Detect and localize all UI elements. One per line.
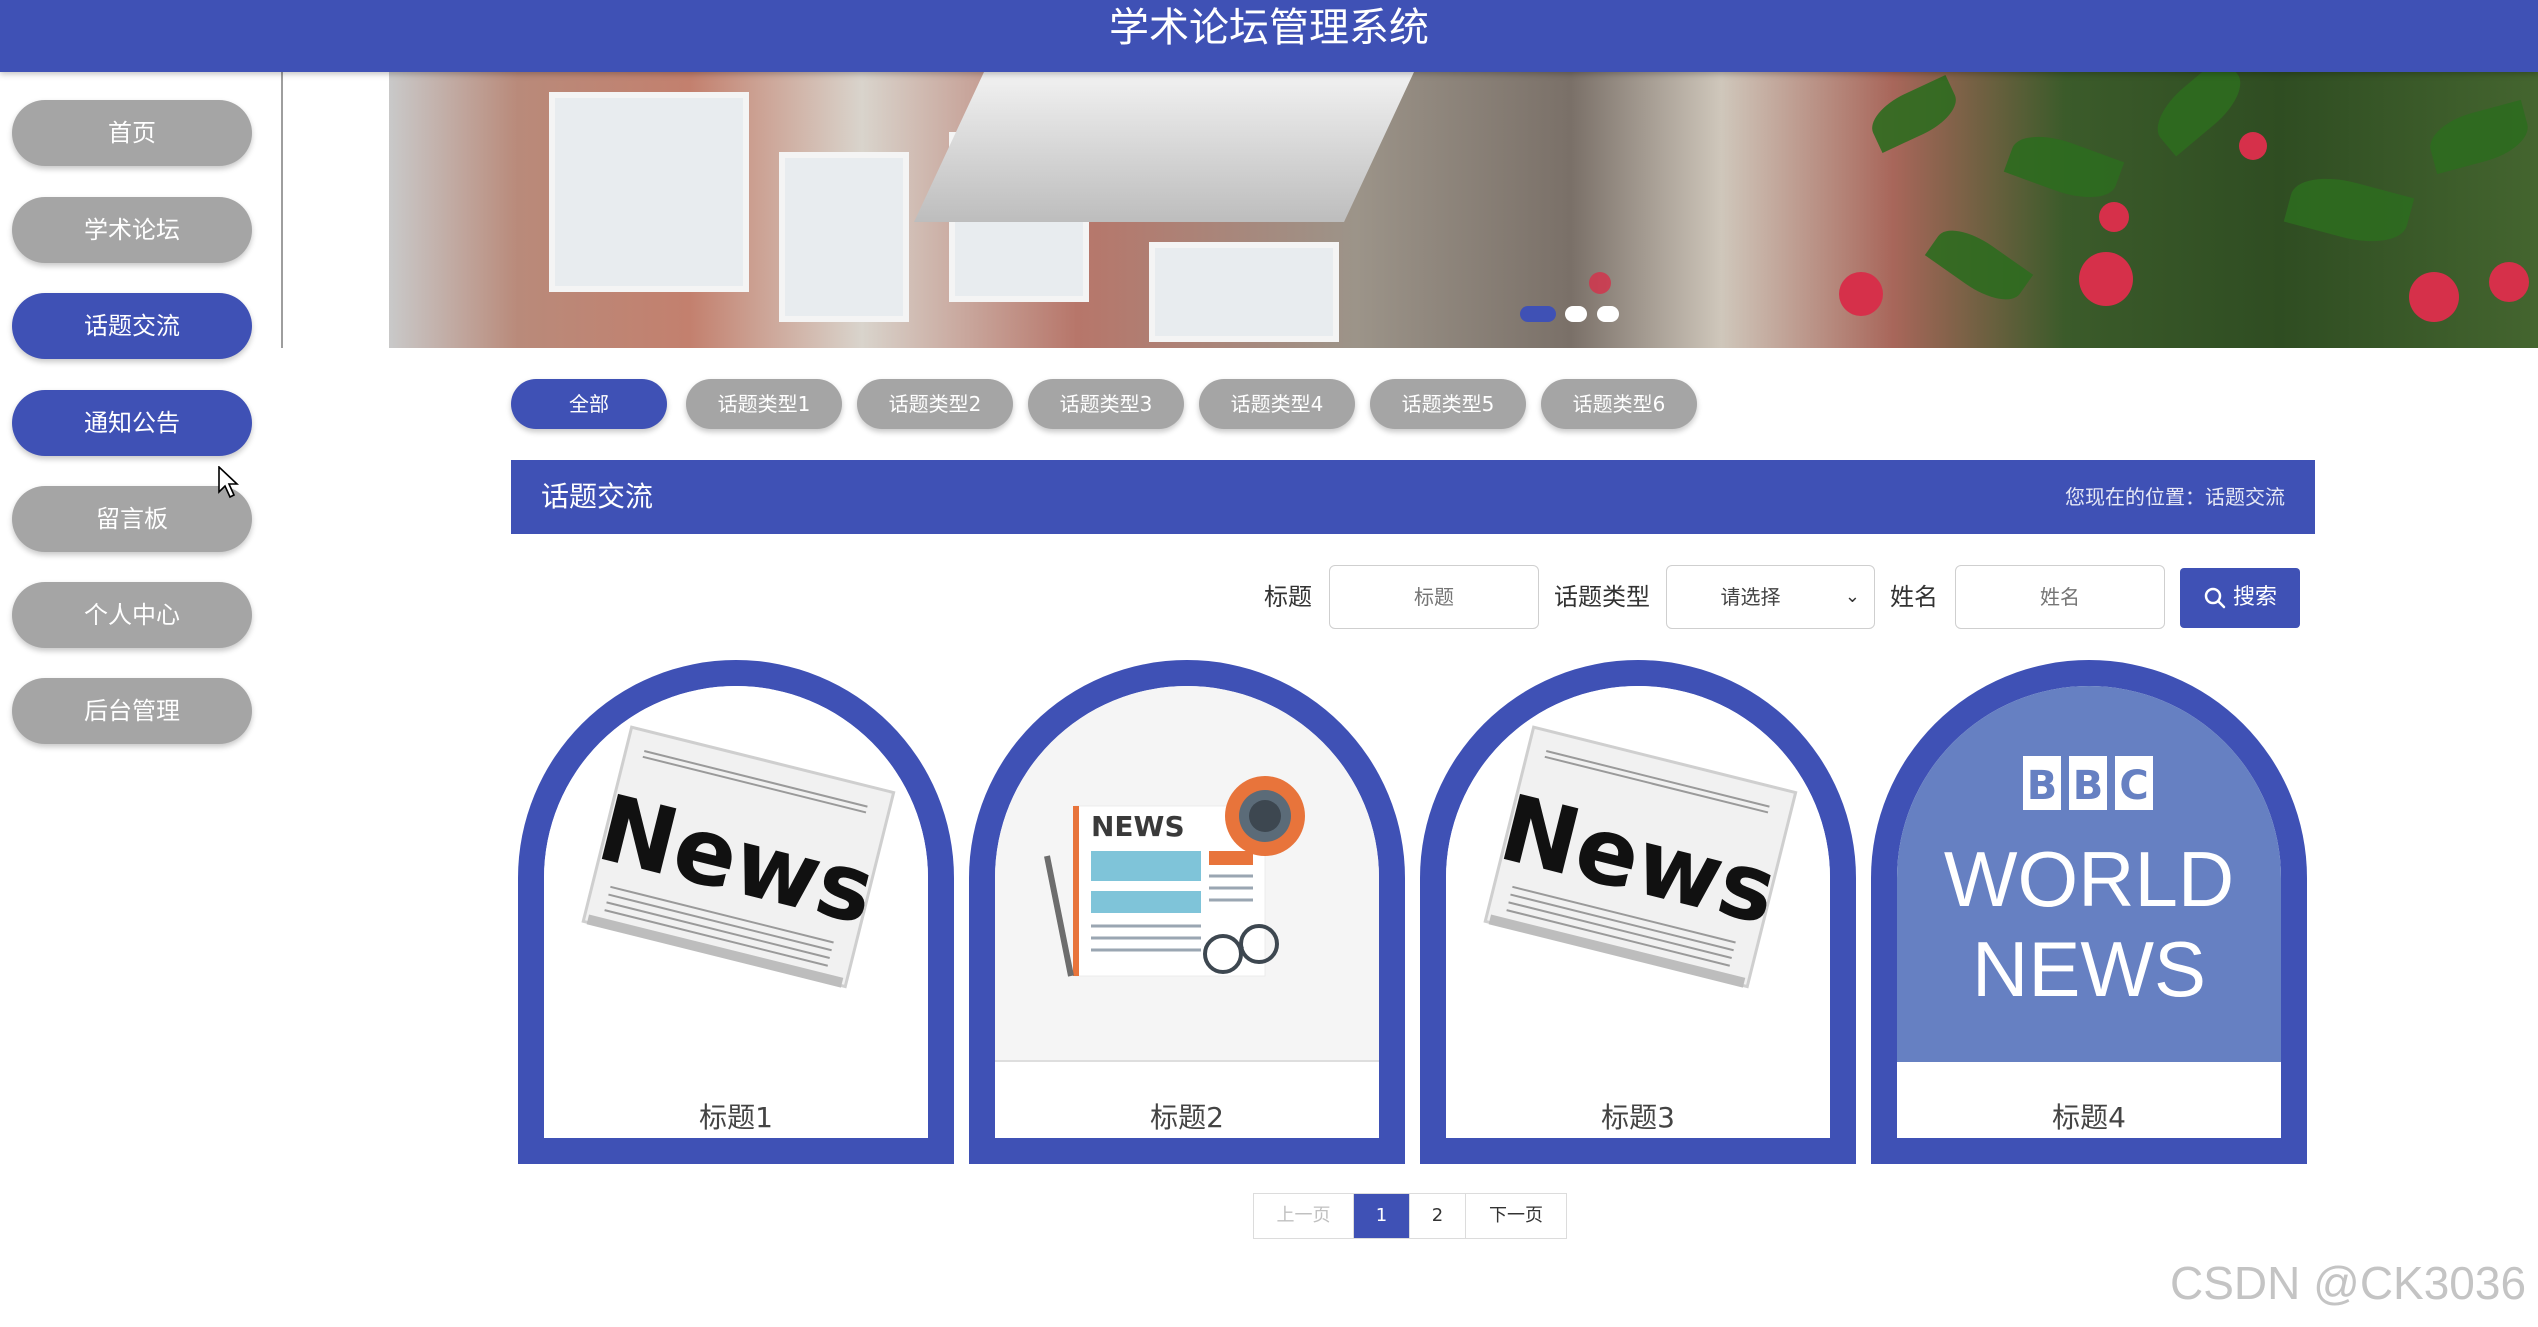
search-button-label: 搜索 xyxy=(2232,585,2277,610)
banner-leaf xyxy=(2283,167,2415,253)
banner-leaf xyxy=(2003,124,2125,210)
section-title: 话题交流 xyxy=(541,480,654,513)
banner-leaf xyxy=(1863,75,1965,153)
topic-card-1[interactable]: News 标题1 xyxy=(518,660,954,1164)
prev-page-button[interactable]: 上一页 xyxy=(1254,1194,1354,1238)
tab-all[interactable]: 全部 xyxy=(511,379,667,429)
name-label: 姓名 xyxy=(1890,583,1938,611)
page-1-button[interactable]: 1 xyxy=(1354,1194,1410,1238)
nav-announcements[interactable]: 通知公告 xyxy=(12,390,252,456)
tab-topic-type-1[interactable]: 话题类型1 xyxy=(686,379,842,429)
nav-home[interactable]: 首页 xyxy=(12,100,252,166)
tab-topic-type-6[interactable]: 话题类型6 xyxy=(1541,379,1697,429)
illustration-text: NEWS xyxy=(1091,810,1185,843)
banner-flower xyxy=(2489,262,2529,302)
bbc-letter-c: C xyxy=(2119,763,2148,809)
title-input[interactable] xyxy=(1329,565,1539,629)
card-title: 标题3 xyxy=(1601,1101,1675,1134)
banner-flower xyxy=(1839,272,1883,316)
topic-type-selected-value: 请选择 xyxy=(1720,585,1781,609)
tab-topic-type-2[interactable]: 话题类型2 xyxy=(857,379,1013,429)
top-header-bar: 学术论坛管理系统 xyxy=(0,0,2538,72)
section-header: 话题交流 您现在的位置：话题交流 xyxy=(511,460,2315,534)
breadcrumb-location: 您现在的位置：话题交流 xyxy=(2065,485,2285,509)
carousel-dot-1[interactable] xyxy=(1520,306,1556,322)
tab-topic-type-3[interactable]: 话题类型3 xyxy=(1028,379,1184,429)
banner-carousel[interactable] xyxy=(389,72,2538,348)
topic-card-3[interactable]: News 标题3 xyxy=(1420,660,1856,1164)
banner-flower xyxy=(2079,252,2133,306)
topic-card-4[interactable]: B B C WORLD NEWS 标题4 xyxy=(1871,660,2307,1164)
nav-message-board[interactable]: 留言板 xyxy=(12,486,252,552)
topic-card-2[interactable]: NEWS 标题2 xyxy=(969,660,1405,1164)
carousel-dot-2[interactable] xyxy=(1565,306,1587,322)
search-button[interactable]: 搜索 xyxy=(2180,568,2300,628)
topic-type-select[interactable]: 请选择 ⌄ xyxy=(1666,565,1875,629)
tab-topic-type-4[interactable]: 话题类型4 xyxy=(1199,379,1355,429)
chevron-down-icon: ⌄ xyxy=(1844,586,1860,607)
name-input-field[interactable] xyxy=(1956,566,2164,628)
title-label: 标题 xyxy=(1264,583,1312,611)
bbc-news-text: NEWS xyxy=(1972,925,2206,1013)
system-title: 学术论坛管理系统 xyxy=(1109,5,1429,51)
search-icon xyxy=(2204,587,2226,609)
pagination: 上一页 1 2 下一页 xyxy=(1253,1193,1567,1239)
title-input-field[interactable] xyxy=(1330,566,1538,628)
page-2-button[interactable]: 2 xyxy=(1410,1194,1466,1238)
banner-window xyxy=(1149,242,1339,342)
banner-window xyxy=(549,92,749,292)
nav-admin[interactable]: 后台管理 xyxy=(12,678,252,744)
nav-personal-center[interactable]: 个人中心 xyxy=(12,582,252,648)
bbc-world-text: WORLD xyxy=(1944,835,2234,923)
mouse-cursor-icon xyxy=(218,466,240,499)
card-title: 标题1 xyxy=(699,1101,773,1134)
bbc-letter-b: B xyxy=(2027,763,2058,809)
card-title: 标题2 xyxy=(1150,1101,1224,1134)
nav-topic-exchange[interactable]: 话题交流 xyxy=(12,293,252,359)
banner-flower xyxy=(2409,272,2459,322)
bbc-letter-b: B xyxy=(2073,763,2104,809)
carousel-dot-3[interactable] xyxy=(1597,306,1619,322)
news-illustration-image: NEWS xyxy=(995,686,1379,1062)
tab-topic-type-5[interactable]: 话题类型5 xyxy=(1370,379,1526,429)
banner-leaf xyxy=(1924,217,2034,313)
name-input[interactable] xyxy=(1955,565,2165,629)
newspaper-image: News xyxy=(544,686,928,1062)
topic-type-label: 话题类型 xyxy=(1554,583,1650,611)
banner-flower xyxy=(2239,132,2267,160)
card-inner: News 标题3 xyxy=(1446,686,1830,1138)
watermark: CSDN @CK3036 xyxy=(2170,1257,2527,1309)
card-inner: News 标题1 xyxy=(544,686,928,1138)
newspaper-image: News xyxy=(1446,686,1830,1062)
card-inner: B B C WORLD NEWS 标题4 xyxy=(1897,686,2281,1138)
card-inner: NEWS 标题2 xyxy=(995,686,1379,1138)
banner-leaf xyxy=(2424,99,2534,175)
nav-academic-forum[interactable]: 学术论坛 xyxy=(12,197,252,263)
next-page-button[interactable]: 下一页 xyxy=(1466,1194,1566,1238)
bbc-world-news-image: B B C WORLD NEWS xyxy=(1897,686,2281,1062)
banner-flower xyxy=(2099,202,2129,232)
banner-canopy xyxy=(914,72,1414,222)
card-title: 标题4 xyxy=(2052,1101,2126,1134)
banner-flower xyxy=(1589,272,1611,294)
banner-leaf xyxy=(2145,72,2253,157)
banner-window xyxy=(779,152,909,322)
